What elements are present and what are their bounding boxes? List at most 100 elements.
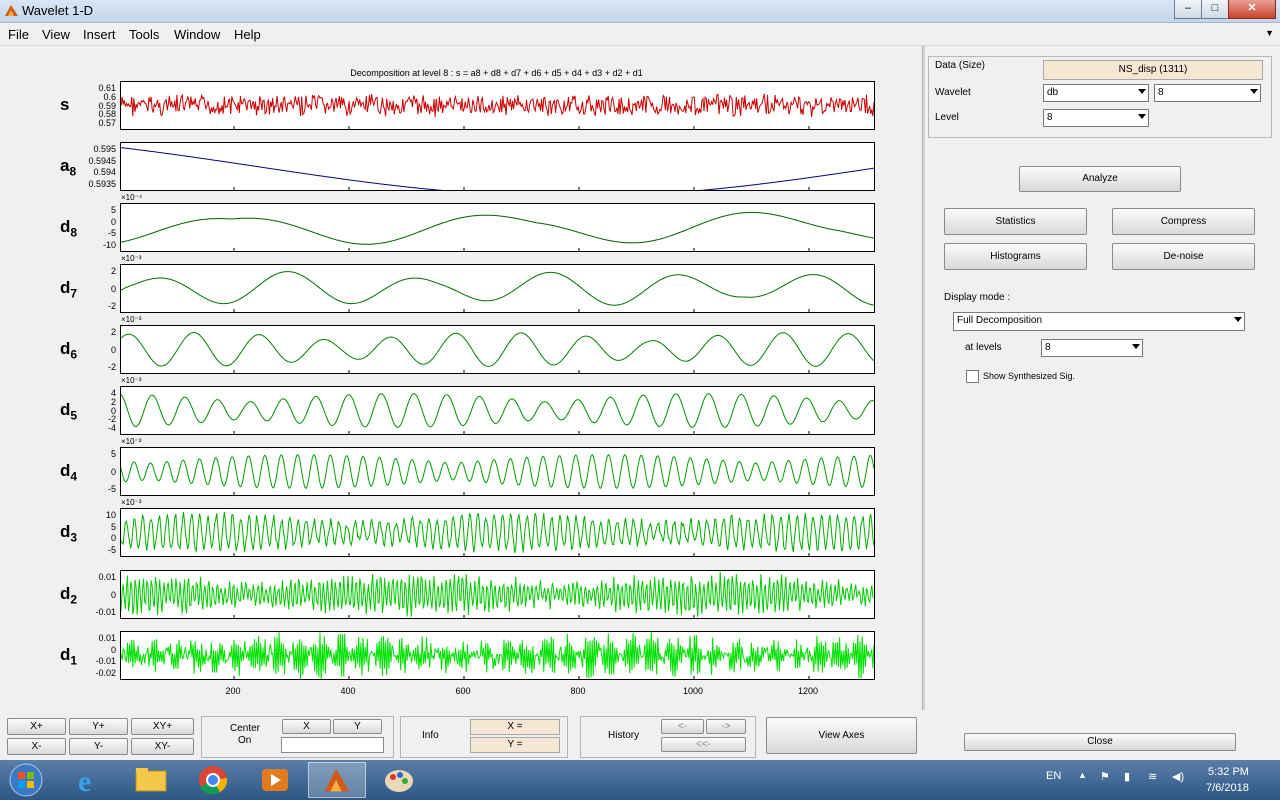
y-tick-label: 5 <box>110 205 116 215</box>
row-label-4: d6 <box>60 339 78 362</box>
axes-a8[interactable] <box>120 142 875 191</box>
matlab-taskbar-button[interactable] <box>308 762 366 798</box>
menu-insert[interactable]: Insert <box>83 27 116 42</box>
info-x-field: X = <box>470 719 560 735</box>
analyze-button[interactable]: Analyze <box>1019 166 1181 192</box>
at-levels-select[interactable]: 8 <box>1041 339 1143 357</box>
exponent-label: ×10⁻³ <box>121 498 142 507</box>
wavelet-family-select[interactable]: db <box>1043 84 1149 102</box>
history-back-button[interactable]: <- <box>661 719 704 734</box>
chevron-down-icon <box>1138 89 1146 94</box>
compress-button[interactable]: Compress <box>1112 208 1255 235</box>
matlab-icon <box>324 768 350 792</box>
center-y-button[interactable]: Y <box>333 719 382 734</box>
y-tick-label: -2 <box>107 362 116 372</box>
clock-time[interactable]: 5:32 PM <box>1208 766 1249 778</box>
row-label-6: d4 <box>60 461 78 484</box>
minimize-button[interactable]: – <box>1174 0 1202 19</box>
language-indicator[interactable]: EN <box>1046 770 1061 782</box>
y-tick-label: 0 <box>110 589 116 600</box>
title-bar: Wavelet 1-D – □ ✕ <box>0 0 1280 23</box>
panel-divider <box>922 46 925 710</box>
file-explorer-icon[interactable] <box>122 762 180 798</box>
history-first-button[interactable]: <<- <box>661 737 746 752</box>
x-tick-label: 600 <box>455 686 471 696</box>
close-button[interactable]: Close <box>964 733 1236 751</box>
zoom-xy-plus-button[interactable]: XY+ <box>131 718 194 735</box>
denoise-button[interactable]: De-noise <box>1112 243 1255 270</box>
show-synthesized-checkbox[interactable] <box>966 370 979 383</box>
y-tick-label: 0 <box>110 283 116 294</box>
paint-icon[interactable] <box>370 762 428 798</box>
histograms-button[interactable]: Histograms <box>944 243 1087 270</box>
wavelet-label: Wavelet <box>935 87 971 98</box>
y-tick-label: -0.02 <box>95 668 116 678</box>
data-size-field: NS_disp (1311) <box>1043 60 1263 80</box>
x-tick-label: 1200 <box>797 686 819 696</box>
signal-trace <box>121 453 874 495</box>
menu-window[interactable]: Window <box>174 27 220 42</box>
internet-explorer-icon[interactable]: e <box>60 762 118 798</box>
zoom-xy-minus-button[interactable]: XY- <box>131 738 194 755</box>
display-mode-select[interactable]: Full Decomposition <box>953 312 1245 331</box>
maximize-button[interactable]: □ <box>1201 0 1229 19</box>
zoom-y-minus-button[interactable]: Y- <box>69 738 128 755</box>
menu-help[interactable]: Help <box>234 27 261 42</box>
center-value-input[interactable] <box>281 737 384 753</box>
menu-file[interactable]: File <box>8 27 29 42</box>
chrome-icon[interactable] <box>184 762 242 798</box>
y-tick-label: 10 <box>105 510 116 520</box>
chevron-down-icon <box>1250 89 1258 94</box>
menu-view[interactable]: View <box>42 27 70 42</box>
info-label: Info <box>422 730 439 741</box>
axes-d4[interactable] <box>120 447 875 496</box>
axes-d6[interactable] <box>120 325 875 374</box>
axes-s[interactable] <box>120 81 875 130</box>
data-size-label: Data (Size) <box>935 60 986 71</box>
volume-icon[interactable]: ◀) <box>1172 770 1184 783</box>
dock-arrow-icon[interactable]: ▼ <box>1265 28 1274 38</box>
y-tick-label: -0.01 <box>95 656 116 667</box>
y-tick-label: 0.57 <box>98 118 116 128</box>
start-button-icon[interactable] <box>6 762 46 798</box>
tray-expand-icon[interactable]: ▲ <box>1078 770 1087 780</box>
axes-d1[interactable] <box>120 631 875 680</box>
svg-text:e: e <box>78 765 91 798</box>
menu-tools[interactable]: Tools <box>129 27 159 42</box>
signal-trace <box>121 211 874 251</box>
axes-d7[interactable] <box>120 264 875 313</box>
battery-icon[interactable]: ▮ <box>1124 770 1130 783</box>
center-x-button[interactable]: X <box>282 719 331 734</box>
signal-trace <box>121 571 874 618</box>
y-tick-label: 0 <box>110 216 116 227</box>
media-player-icon[interactable] <box>246 762 304 798</box>
wavelet-order-select[interactable]: 8 <box>1154 84 1261 102</box>
level-select[interactable]: 8 <box>1043 109 1149 127</box>
axes-d5[interactable] <box>120 386 875 435</box>
x-tick-label: 1000 <box>682 686 704 696</box>
action-center-icon[interactable]: ⚑ <box>1100 770 1110 783</box>
center-on-label-2: On <box>238 735 252 746</box>
signal-trace <box>121 271 874 312</box>
menu-bar: File View Insert Tools Window Help ▼ <box>0 23 1280 46</box>
clock-date[interactable]: 7/6/2018 <box>1206 782 1249 794</box>
zoom-x-plus-button[interactable]: X+ <box>7 718 66 735</box>
network-icon[interactable]: ≋ <box>1148 770 1157 783</box>
statistics-button[interactable]: Statistics <box>944 208 1087 235</box>
y-tick-label: 0 <box>110 533 116 544</box>
axes-d3[interactable] <box>120 508 875 557</box>
axes-d2[interactable] <box>120 570 875 619</box>
matlab-app-icon <box>5 5 18 16</box>
close-window-button[interactable]: ✕ <box>1228 0 1276 19</box>
y-tick-label: -5 <box>107 228 116 239</box>
zoom-y-plus-button[interactable]: Y+ <box>69 718 128 735</box>
y-tick-label: -5 <box>107 545 116 555</box>
history-forward-button[interactable]: -> <box>706 719 746 734</box>
y-tick-label: 0.01 <box>98 633 116 643</box>
axes-d8[interactable] <box>120 203 875 252</box>
view-axes-button[interactable]: View Axes <box>766 717 917 754</box>
y-tick-label: 0 <box>110 466 116 477</box>
zoom-x-minus-button[interactable]: X- <box>7 738 66 755</box>
row-label-9: d1 <box>60 645 78 668</box>
signal-trace <box>121 632 874 679</box>
